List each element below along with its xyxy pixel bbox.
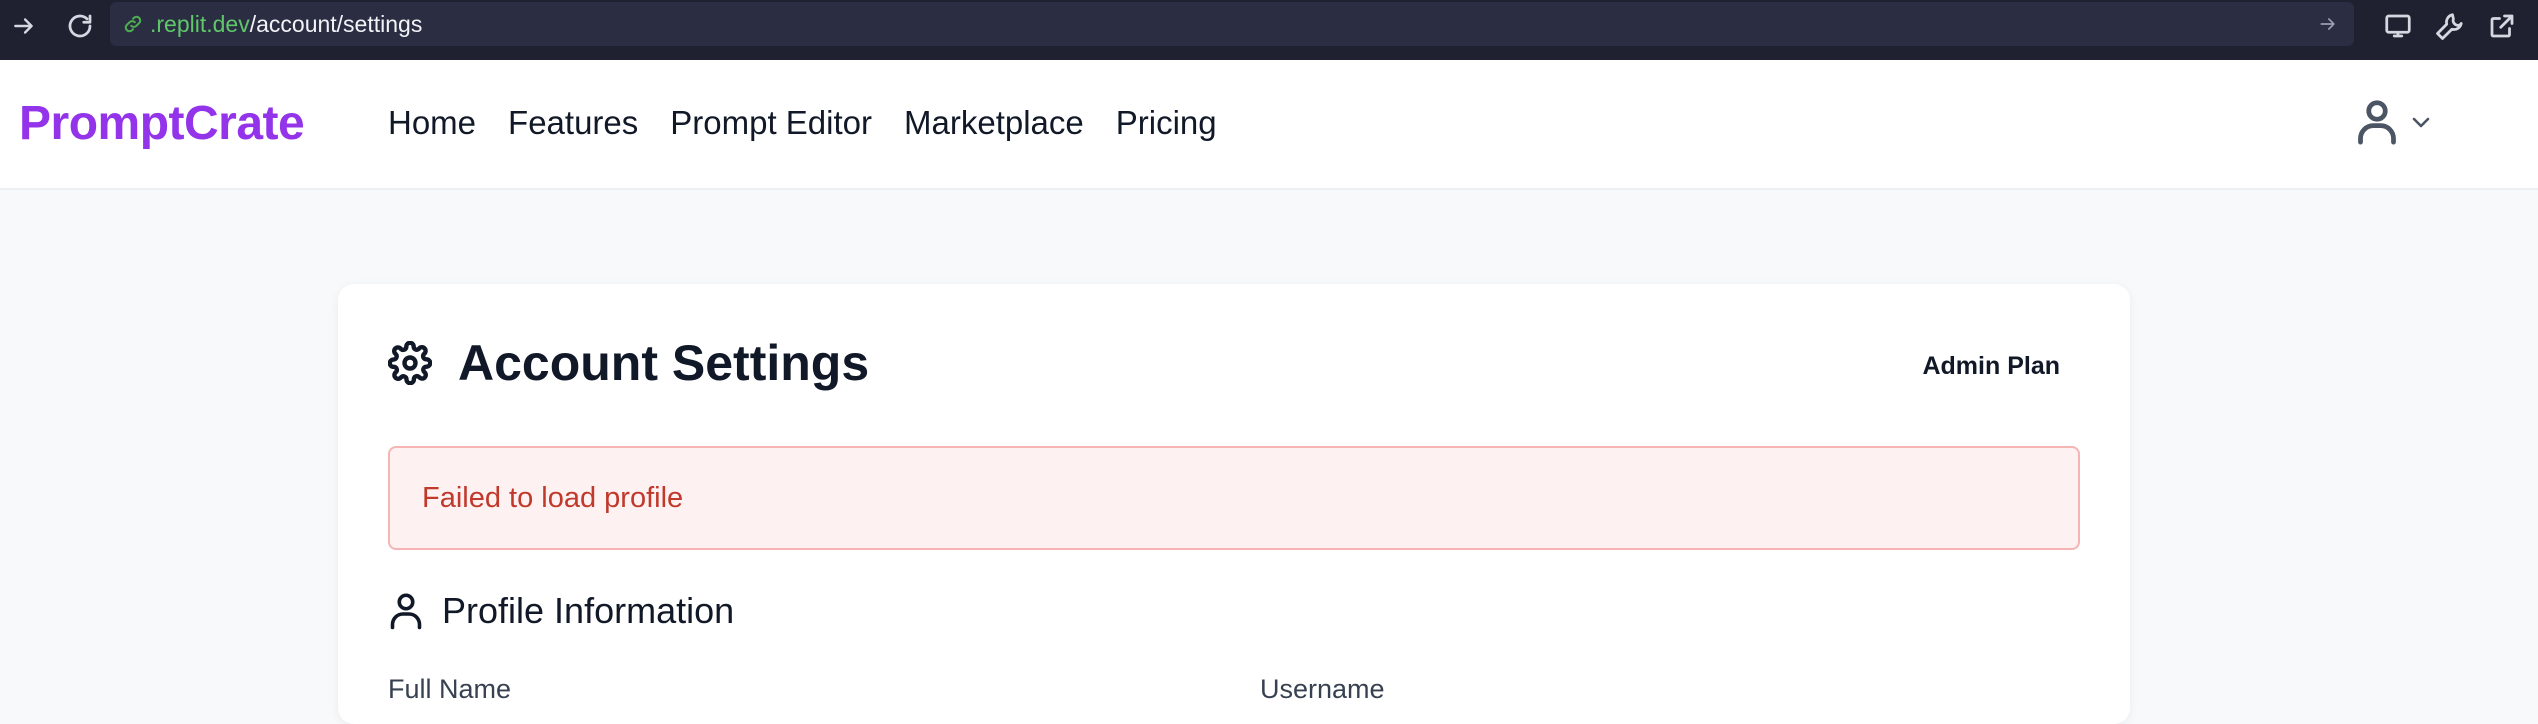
reload-icon: [68, 14, 92, 38]
wrench-icon: [2436, 13, 2463, 40]
external-link-icon: [2490, 14, 2514, 38]
user-icon: [2358, 100, 2396, 145]
nav-home[interactable]: Home: [388, 104, 476, 142]
link-icon: [120, 11, 146, 37]
site-header: PromptCrate Home Features Prompt Editor …: [0, 60, 2538, 190]
page-title: Account Settings: [458, 335, 870, 391]
error-message: Failed to load profile: [422, 481, 684, 514]
url-domain: .replit.dev: [150, 10, 250, 37]
user-icon: [390, 593, 422, 630]
reload-button[interactable]: [62, 8, 98, 44]
browser-toolbar: .replit.dev/account/settings: [0, 0, 2538, 60]
full-name-label: Full Name: [388, 674, 512, 704]
card-header: Account Settings: [388, 334, 869, 392]
gear-icon: [388, 341, 432, 385]
nav-prompt-editor[interactable]: Prompt Editor: [670, 104, 872, 142]
account-settings-card: Account Settings Admin Plan Failed to lo…: [338, 284, 2130, 724]
go-button[interactable]: [2314, 10, 2342, 38]
brand-logo[interactable]: PromptCrate: [19, 96, 305, 151]
url-text: .replit.dev/account/settings: [150, 11, 422, 38]
device-preview-button[interactable]: [2380, 8, 2416, 44]
user-menu-button[interactable]: [2355, 98, 2433, 146]
plan-badge: Admin Plan: [1922, 352, 2060, 380]
devtools-button[interactable]: [2432, 8, 2468, 44]
forward-arrow-icon: [14, 18, 33, 34]
nav-marketplace[interactable]: Marketplace: [904, 104, 1084, 142]
device-icon: [2385, 14, 2411, 38]
go-arrow-icon: [2320, 18, 2335, 30]
open-new-tab-button[interactable]: [2484, 8, 2520, 44]
error-alert: Failed to load profile: [388, 446, 2080, 550]
chevron-down-icon: [2412, 117, 2430, 128]
section-title: Profile Information: [442, 590, 735, 631]
address-bar[interactable]: .replit.dev/account/settings: [110, 2, 2354, 46]
profile-section-header: Profile Information: [388, 590, 734, 632]
url-path: /account/settings: [249, 10, 423, 37]
nav-pricing[interactable]: Pricing: [1116, 104, 1217, 142]
username-label: Username: [1260, 674, 1385, 704]
nav-features[interactable]: Features: [508, 104, 638, 142]
main-nav: Home Features Prompt Editor Marketplace …: [388, 104, 1217, 142]
forward-button[interactable]: [6, 8, 42, 44]
